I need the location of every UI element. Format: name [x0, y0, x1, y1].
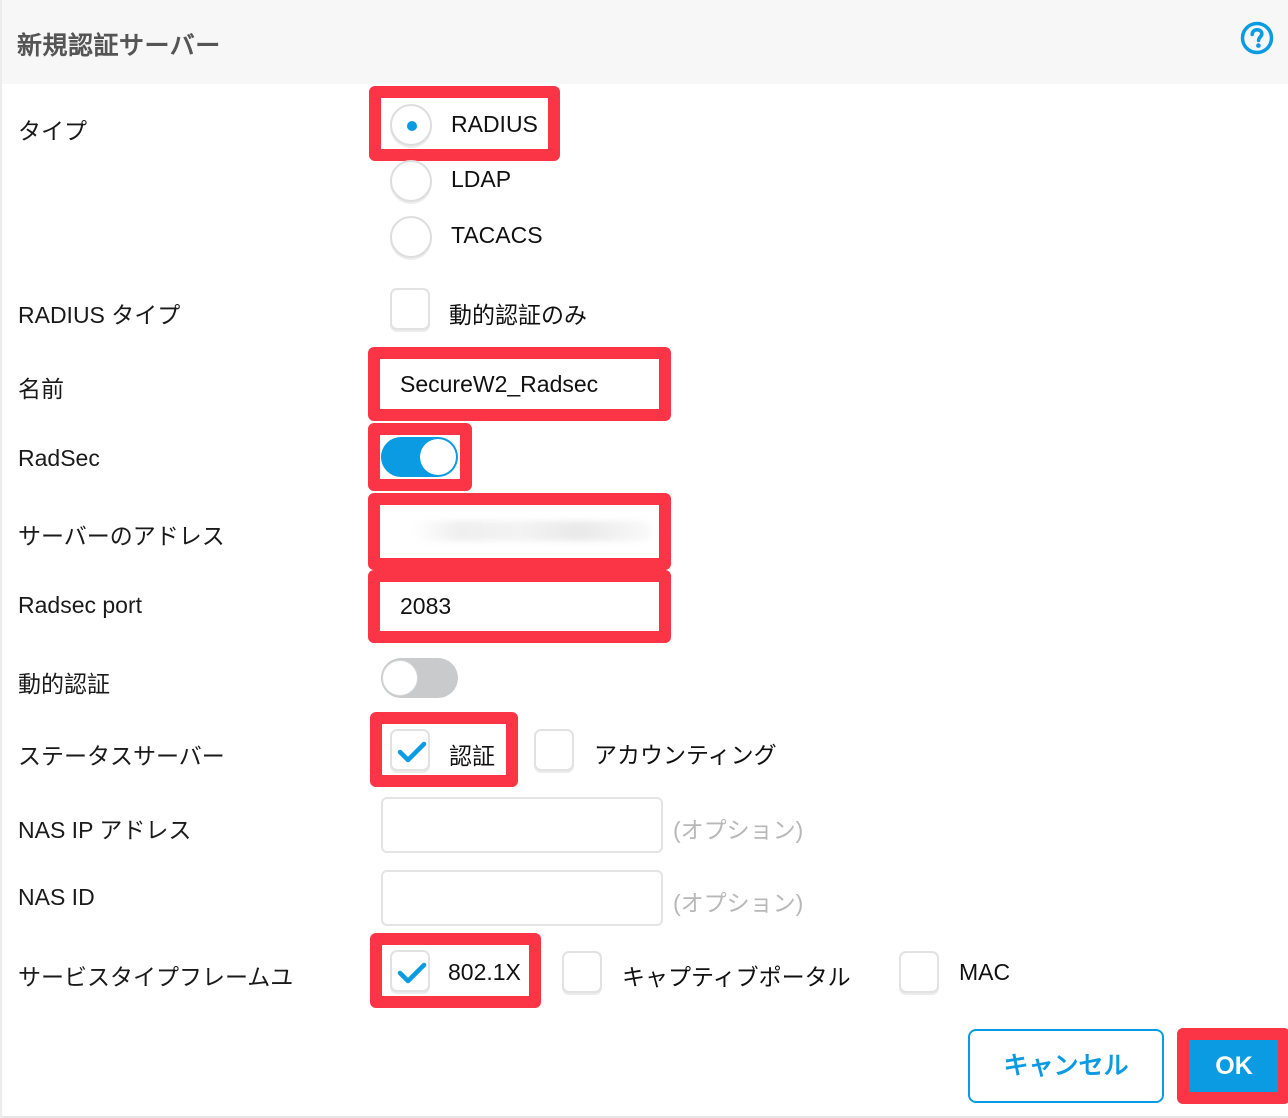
dynamic-auth-toggle[interactable]	[381, 658, 458, 698]
dynamic-auth-label: 動的認証	[18, 671, 110, 697]
nas-ip-label: NAS IP アドレス	[18, 817, 192, 843]
toggle-knob	[382, 660, 418, 696]
status-accounting-checkbox[interactable]	[534, 729, 574, 771]
radio-ldap-label[interactable]: LDAP	[451, 166, 511, 193]
dialog-title: 新規認証サーバー	[17, 32, 221, 60]
nas-ip-hint: (オプション)	[673, 817, 804, 843]
dynamic-auth-only-label[interactable]: 動的認証のみ	[449, 296, 587, 330]
radio-selected-dot	[407, 121, 417, 131]
radio-radius[interactable]	[390, 104, 432, 146]
service-8021x-label[interactable]: 802.1X	[448, 959, 521, 986]
service-captive-portal-label[interactable]: キャプティブポータル	[622, 958, 851, 992]
name-input[interactable]: SecureW2_Radsec	[382, 360, 656, 408]
status-auth-label[interactable]: 認証	[449, 737, 495, 771]
radsec-label: RadSec	[18, 445, 100, 471]
name-label: 名前	[18, 376, 64, 402]
checkmark-icon	[397, 741, 427, 763]
service-type-label: サービスタイプフレームユ	[18, 964, 294, 990]
status-accounting-label[interactable]: アカウンティング	[594, 736, 777, 770]
radsec-port-label: Radsec port	[18, 592, 143, 618]
radius-type-label: RADIUS タイプ	[18, 302, 181, 328]
nas-id-hint: (オプション)	[673, 890, 804, 916]
server-address-label: サーバーのアドレス	[18, 523, 225, 549]
ok-button[interactable]: OK	[1191, 1041, 1277, 1091]
nas-id-input[interactable]	[381, 870, 663, 926]
dialog-header: 新規認証サーバー	[2, 0, 1288, 84]
toggle-knob	[420, 439, 456, 475]
cancel-button[interactable]: キャンセル	[968, 1029, 1164, 1103]
radio-radius-label[interactable]: RADIUS	[451, 111, 538, 138]
service-mac-label[interactable]: MAC	[959, 959, 1010, 986]
radsec-toggle[interactable]	[381, 437, 458, 477]
radio-tacacs-label[interactable]: TACACS	[451, 222, 543, 249]
nas-ip-input[interactable]	[381, 797, 663, 853]
radio-ldap[interactable]	[390, 160, 432, 202]
type-label: タイプ	[18, 118, 87, 144]
redacted-address	[412, 521, 652, 541]
dynamic-auth-only-checkbox[interactable]	[390, 288, 430, 330]
new-auth-server-dialog: 新規認証サーバー タイプ RADIUS LDAP TACACS RADIUS タ…	[0, 0, 1288, 1118]
service-mac-checkbox[interactable]	[899, 951, 939, 993]
checkmark-icon	[397, 962, 427, 984]
question-circle-icon[interactable]	[1240, 21, 1274, 55]
server-address-input[interactable]	[382, 507, 656, 556]
status-auth-checkbox[interactable]	[390, 729, 430, 771]
service-captive-portal-checkbox[interactable]	[562, 951, 602, 993]
nas-id-label: NAS ID	[18, 884, 95, 910]
radsec-port-input[interactable]: 2083	[382, 583, 656, 629]
radio-tacacs[interactable]	[390, 216, 432, 258]
service-8021x-checkbox[interactable]	[390, 950, 430, 992]
status-server-label: ステータスサーバー	[18, 743, 225, 769]
